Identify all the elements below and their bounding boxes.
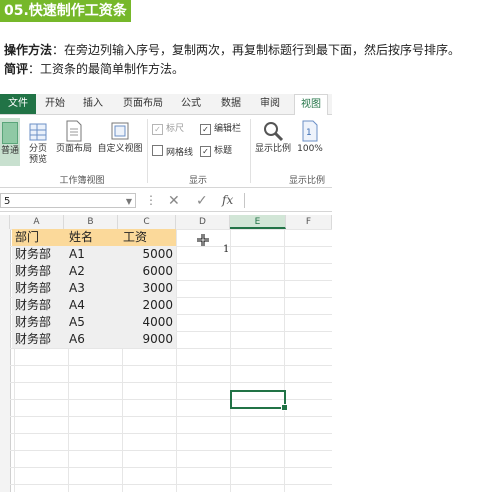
brief-text: ：工资条的最简单制作方法。 [28, 62, 185, 76]
zoom-label: 显示比例 [254, 144, 291, 154]
ribbon-tab-bar: 文件 开始 插入 页面布局 公式 数据 审阅 视图 [0, 94, 332, 115]
tab-formulas[interactable]: 公式 [176, 94, 206, 114]
cell-e-value[interactable]: 1 [220, 241, 240, 258]
tab-page-layout[interactable]: 页面布局 [118, 94, 168, 114]
cell-b2[interactable]: A1 [66, 246, 120, 263]
column-header-d[interactable]: D [176, 215, 230, 229]
cell-a2[interactable]: 财务部 [12, 246, 66, 263]
gridlines-label: 网格线 [166, 148, 194, 158]
brief-description: 简评：工资条的最简单制作方法。 [4, 61, 184, 77]
custom-view-button[interactable]: 自定义视图 [96, 118, 144, 155]
custom-view-label: 自定义视图 [97, 144, 143, 154]
cell-c1[interactable]: 工资 [120, 229, 176, 246]
column-headers: A B C D E F [0, 215, 332, 230]
tab-insert[interactable]: 插入 [78, 94, 108, 114]
tab-home[interactable]: 开始 [40, 94, 70, 114]
cell-c5[interactable]: 2000 [120, 297, 176, 314]
formula-bar-label: 编辑栏 [214, 124, 242, 134]
selected-cell[interactable] [230, 390, 288, 411]
formula-input[interactable] [244, 193, 332, 208]
zoom-button[interactable]: 显示比例 [253, 118, 293, 155]
worksheet-grid[interactable]: 部门 姓名 工资 财务部 A1 5000 财务部 A2 6000 财务部 A3 … [10, 229, 332, 492]
cell-c3[interactable]: 6000 [120, 263, 176, 280]
custom-view-icon [111, 122, 129, 140]
cell-b3[interactable]: A2 [66, 263, 120, 280]
zoom-100-icon: 1 [302, 120, 318, 142]
tab-view[interactable]: 视图 [294, 94, 328, 115]
column-header-b[interactable]: B [64, 215, 118, 229]
formula-bar-checkbox[interactable]: ✓ 编辑栏 [200, 123, 241, 135]
show-group-label: 显示 [188, 176, 207, 186]
formula-bar: 5 ▼ ⋮ ✕ ✓ fx [0, 191, 332, 212]
page-break-icon [29, 123, 47, 141]
ruler-check-icon: ✓ [152, 124, 163, 135]
tab-file[interactable]: 文件 [0, 94, 36, 114]
magnifier-icon [264, 122, 284, 142]
cell-b1[interactable]: 姓名 [66, 229, 120, 246]
tab-review[interactable]: 审阅 [255, 94, 285, 114]
ruler-label: 标尺 [166, 124, 185, 134]
page-layout-label: 页面布局 [55, 144, 92, 154]
column-header-e[interactable]: E [230, 215, 286, 229]
headings-checkbox[interactable]: ✓ 标题 [200, 145, 232, 157]
cell-b6[interactable]: A5 [66, 314, 120, 331]
headings-check-icon: ✓ [200, 146, 211, 157]
name-box-dropdown-icon[interactable]: ▼ [126, 194, 132, 209]
ribbon-separator [250, 119, 251, 183]
select-all-corner[interactable] [0, 215, 10, 229]
tab-data[interactable]: 数据 [216, 94, 246, 114]
cell-a7[interactable]: 财务部 [12, 331, 66, 348]
normal-view-button[interactable]: 普通 [0, 118, 20, 166]
move-cursor-icon [197, 234, 209, 246]
gridlines-check-icon [152, 145, 163, 156]
ribbon-separator [147, 119, 148, 183]
cell-b5[interactable]: A4 [66, 297, 120, 314]
zoom-group-label: 显示比例 [288, 176, 325, 186]
normal-view-icon [2, 122, 18, 144]
cell-c7[interactable]: 9000 [120, 331, 176, 348]
column-header-c[interactable]: C [118, 215, 176, 229]
gridlines-checkbox[interactable]: 网格线 [152, 145, 193, 159]
page-break-preview-button[interactable]: 分页 预览 [24, 118, 52, 166]
excel-window: 文件 开始 插入 页面布局 公式 数据 审阅 视图 普通 分页 预览 页面布局 … [0, 94, 332, 492]
svg-text:1: 1 [306, 128, 312, 138]
cell-a4[interactable]: 财务部 [12, 280, 66, 297]
brief-label: 简评 [4, 62, 29, 76]
page-layout-view-button[interactable]: 页面布局 [54, 118, 94, 155]
page-layout-icon [66, 120, 82, 142]
cell-c4[interactable]: 3000 [120, 280, 176, 297]
name-box[interactable]: 5 ▼ [0, 193, 136, 208]
insert-function-icon[interactable]: fx [222, 193, 233, 207]
formula-bar-check-icon: ✓ [200, 124, 211, 135]
operation-description: 操作方法：在旁边列输入序号，复制两次，再复制标题行到最下面，然后按序号排序。 [4, 42, 460, 58]
cell-c6[interactable]: 4000 [120, 314, 176, 331]
cell-b4[interactable]: A3 [66, 280, 120, 297]
cell-a6[interactable]: 财务部 [12, 314, 66, 331]
cell-b7[interactable]: A6 [66, 331, 120, 348]
page-break-label: 分页 预览 [28, 144, 47, 165]
ruler-checkbox[interactable]: ✓ 标尺 [152, 123, 184, 135]
normal-view-label: 普通 [0, 146, 19, 156]
more-options-icon: ⋮ [145, 193, 157, 207]
cell-c2[interactable]: 5000 [120, 246, 176, 263]
workbook-views-group-label: 工作簿视图 [59, 176, 105, 186]
cell-a3[interactable]: 财务部 [12, 263, 66, 280]
name-box-value: 5 [4, 196, 11, 207]
ribbon-view: 普通 分页 预览 页面布局 自定义视图 工作簿视图 ✓ 标尺 ✓ 编辑栏 网格线… [0, 115, 332, 188]
operation-label: 操作方法 [4, 43, 53, 57]
column-header-f[interactable]: F [286, 215, 332, 229]
article-title: 05.快速制作工资条 [0, 0, 131, 22]
cancel-entry-icon[interactable]: ✕ [168, 193, 180, 209]
headings-label: 标题 [214, 146, 233, 156]
column-header-a[interactable]: A [10, 215, 64, 229]
zoom-100-label: 100% [297, 144, 323, 154]
cell-a5[interactable]: 财务部 [12, 297, 66, 314]
zoom-100-button[interactable]: 1 100% [296, 118, 324, 155]
confirm-entry-icon[interactable]: ✓ [196, 193, 208, 209]
cell-a1[interactable]: 部门 [12, 229, 66, 246]
operation-text: ：在旁边列输入序号，复制两次，再复制标题行到最下面，然后按序号排序。 [52, 43, 461, 57]
